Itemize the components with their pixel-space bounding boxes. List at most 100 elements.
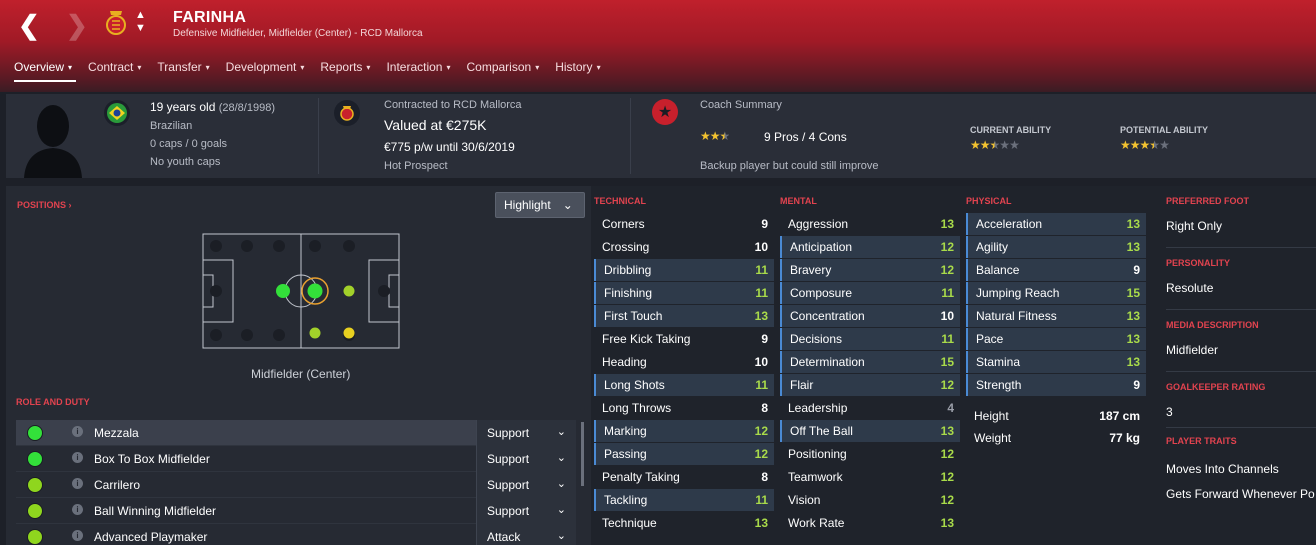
attribute-value: 9 xyxy=(1133,378,1140,392)
coach-rating-stars: ★★★ xyxy=(700,129,730,143)
attribute-row[interactable]: Technique 13 xyxy=(594,512,774,534)
role-row[interactable]: i Mezzala Support ⌄ xyxy=(16,420,576,446)
attribute-row[interactable]: Concentration 10 xyxy=(780,305,960,327)
attribute-row[interactable]: Aggression 13 xyxy=(780,213,960,235)
attribute-row[interactable]: Stamina 13 xyxy=(966,351,1146,373)
role-duty-title: ROLE AND DUTY xyxy=(16,397,90,407)
role-suitability-dot xyxy=(27,529,43,545)
attribute-row[interactable]: Pace 13 xyxy=(966,328,1146,350)
attribute-row[interactable]: Heading 10 xyxy=(594,351,774,373)
attribute-row[interactable]: Agility 13 xyxy=(966,236,1146,258)
attribute-row[interactable]: Balance 9 xyxy=(966,259,1146,281)
attribute-value: 11 xyxy=(755,263,768,277)
attribute-row[interactable]: Positioning 12 xyxy=(780,443,960,465)
attribute-value: 13 xyxy=(1126,240,1140,254)
attribute-name: Long Throws xyxy=(602,401,672,415)
tab-label: Reports xyxy=(320,60,363,74)
info-icon[interactable]: i xyxy=(72,426,83,437)
mental-title: MENTAL xyxy=(780,196,817,206)
attribute-row[interactable]: Off The Ball 13 xyxy=(780,420,960,442)
attribute-name: Stamina xyxy=(976,355,1021,369)
attribute-row[interactable]: Long Throws 8 xyxy=(594,397,774,419)
divider xyxy=(1166,247,1316,248)
tab-comparison[interactable]: Comparison ▾ xyxy=(459,60,548,84)
attribute-row[interactable]: Bravery 12 xyxy=(780,259,960,281)
forward-arrow-icon[interactable]: ❯ xyxy=(66,10,88,41)
star-full-icon: ★ xyxy=(1139,138,1151,152)
attribute-row[interactable]: Flair 12 xyxy=(780,374,960,396)
duty-label: Support xyxy=(487,478,530,492)
divider xyxy=(318,98,319,174)
info-icon[interactable]: i xyxy=(72,530,83,541)
attribute-row[interactable]: Marking 12 xyxy=(594,420,774,442)
duty-dropdown[interactable]: Attack ⌄ xyxy=(476,524,576,545)
attribute-row[interactable]: Crossing 10 xyxy=(594,236,774,258)
role-list-scrollbar[interactable] xyxy=(581,422,584,486)
chevron-down-icon: ⌄ xyxy=(556,452,566,464)
back-arrow-icon[interactable]: ❮ xyxy=(18,10,40,41)
attribute-row[interactable]: Tackling 11 xyxy=(594,489,774,511)
attribute-name: Natural Fitness xyxy=(976,309,1057,323)
attribute-value: 10 xyxy=(754,240,768,254)
tab-interaction[interactable]: Interaction ▾ xyxy=(378,60,458,84)
attribute-name: Composure xyxy=(790,286,853,300)
physical-title: PHYSICAL xyxy=(966,196,1012,206)
role-row[interactable]: i Ball Winning Midfielder Support ⌄ xyxy=(16,498,576,524)
attribute-row[interactable]: Long Shots 11 xyxy=(594,374,774,396)
player-nav-updown-icon[interactable]: ▲ ▼ xyxy=(135,9,146,35)
attribute-row[interactable]: Composure 11 xyxy=(780,282,960,304)
attribute-row[interactable]: Decisions 11 xyxy=(780,328,960,350)
tab-overview[interactable]: Overview ▾ xyxy=(6,60,80,84)
attribute-row[interactable]: Acceleration 13 xyxy=(966,213,1146,235)
attribute-row[interactable]: Penalty Taking 8 xyxy=(594,466,774,488)
attribute-row[interactable]: Vision 12 xyxy=(780,489,960,511)
attribute-row[interactable]: Finishing 11 xyxy=(594,282,774,304)
tab-history[interactable]: History ▾ xyxy=(547,60,608,84)
attribute-value: 12 xyxy=(940,240,954,254)
attribute-row[interactable]: Natural Fitness 13 xyxy=(966,305,1146,327)
attribute-row[interactable]: First Touch 13 xyxy=(594,305,774,327)
attribute-value: 13 xyxy=(754,516,768,530)
chevron-down-icon: ⌄ xyxy=(556,530,566,542)
attribute-row[interactable]: Passing 12 xyxy=(594,443,774,465)
attribute-row[interactable]: Corners 9 xyxy=(594,213,774,235)
role-row[interactable]: i Carrilero Support ⌄ xyxy=(16,472,576,498)
attribute-row[interactable]: Anticipation 12 xyxy=(780,236,960,258)
duty-dropdown[interactable]: Support ⌄ xyxy=(476,498,576,524)
tab-contract[interactable]: Contract ▾ xyxy=(80,60,149,84)
potential-ability-label: POTENTIAL ABILITY xyxy=(1120,125,1209,135)
info-icon[interactable]: i xyxy=(72,478,83,489)
attribute-row[interactable]: Work Rate 13 xyxy=(780,512,960,534)
tab-reports[interactable]: Reports ▾ xyxy=(312,60,378,84)
attribute-name: Jumping Reach xyxy=(976,286,1060,300)
attribute-row[interactable]: Dribbling 11 xyxy=(594,259,774,281)
tab-development[interactable]: Development ▾ xyxy=(218,60,313,84)
coach-summary-label: Coach Summary xyxy=(700,99,782,111)
highlight-dropdown[interactable]: Highlight ⌄ xyxy=(495,192,585,218)
duty-dropdown[interactable]: Support ⌄ xyxy=(476,420,576,446)
info-icon[interactable]: i xyxy=(72,504,83,515)
selected-position-label: Midfielder (Center) xyxy=(251,367,351,381)
attribute-value: 15 xyxy=(1126,286,1140,300)
attribute-row[interactable]: Free Kick Taking 9 xyxy=(594,328,774,350)
attribute-row[interactable]: Jumping Reach 15 xyxy=(966,282,1146,304)
attribute-row[interactable]: Teamwork 12 xyxy=(780,466,960,488)
duty-dropdown[interactable]: Support ⌄ xyxy=(476,446,576,472)
attribute-name: Balance xyxy=(976,263,1020,277)
current-ability-label: CURRENT ABILITY xyxy=(970,125,1052,135)
duty-dropdown[interactable]: Support ⌄ xyxy=(476,472,576,498)
attribute-row[interactable]: Strength 9 xyxy=(966,374,1146,396)
preferred-foot-label: PREFERRED FOOT xyxy=(1166,196,1250,206)
attribute-value: 11 xyxy=(755,378,768,392)
info-icon[interactable]: i xyxy=(72,452,83,463)
tab-transfer[interactable]: Transfer ▾ xyxy=(149,60,217,84)
attribute-name: Vision xyxy=(788,493,821,507)
attribute-row[interactable]: Determination 15 xyxy=(780,351,960,373)
attribute-value: 12 xyxy=(754,447,768,461)
role-row[interactable]: i Box To Box Midfielder Support ⌄ xyxy=(16,446,576,472)
chevron-down-icon: ⌄ xyxy=(562,198,573,212)
attribute-row[interactable]: Leadership 4 xyxy=(780,397,960,419)
role-row[interactable]: i Advanced Playmaker Attack ⌄ xyxy=(16,524,576,545)
attribute-name: Agility xyxy=(976,240,1009,254)
positions-title[interactable]: POSITIONS › xyxy=(17,200,72,210)
